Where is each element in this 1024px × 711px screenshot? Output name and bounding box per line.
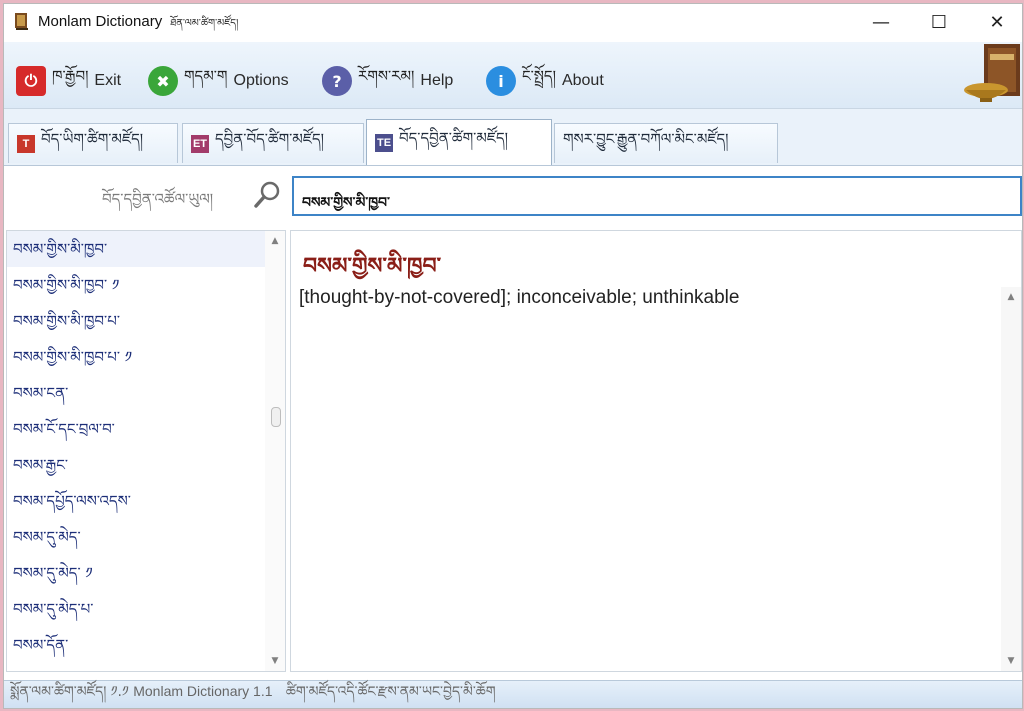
- power-icon: ⏻: [16, 66, 46, 96]
- help-label-tib: རོགས་རམ།: [358, 67, 415, 85]
- list-item[interactable]: བསམ་རྒྱང་: [7, 447, 285, 483]
- tab-et-icon: ET: [191, 134, 209, 153]
- maximize-button[interactable]: ☐: [916, 4, 962, 40]
- scroll-up-icon[interactable]: ▲: [1001, 287, 1021, 307]
- definition-text: [thought-by-not-covered]; inconceivable;…: [299, 287, 740, 308]
- toolbar: ⏻ ཁ་རྒྱོབ། Exit ✖ གདམ་ག Options ? རོགས་ར…: [4, 42, 1022, 109]
- list-item[interactable]: བསམ་དཔྱོད་ལས་འདས་: [7, 483, 285, 519]
- tab-bar: T བོད་ཡིག་ཚིག་མཛོད། ET དབྱིན་བོད་ཚིག་མཛོ…: [4, 109, 1022, 166]
- exit-button[interactable]: ⏻ ཁ་རྒྱོབ། Exit: [16, 60, 121, 102]
- about-label-tib: ངོ་སྤྲོད།: [522, 67, 556, 85]
- minimize-button[interactable]: —: [858, 4, 904, 40]
- search-row: བོད་དབྱིན་འཚོལ་ཡུལ། བསམ་གྱིས་མི་ཁྱབ་: [4, 166, 1022, 226]
- status-app-name: Monlam Dictionary 1.1: [133, 683, 273, 699]
- app-book-icon: [15, 13, 28, 30]
- tab-t-icon: T: [17, 134, 35, 153]
- close-button[interactable]: ✕: [974, 4, 1020, 40]
- list-item[interactable]: བསམ་ངན་: [7, 375, 285, 411]
- scroll-up-icon[interactable]: ▲: [265, 231, 285, 251]
- info-icon: i: [486, 66, 516, 96]
- options-button[interactable]: ✖ གདམ་ག Options: [148, 60, 289, 102]
- definition-scrollbar[interactable]: ▲ ▼: [1001, 287, 1021, 671]
- title-bar[interactable]: Monlam Dictionary ཐོན་ལམ་ཚིག་མཛོད། — ☐ ✕: [4, 4, 1022, 40]
- window-title: Monlam Dictionary ཐོན་ལམ་ཚིག་མཛོད།: [38, 12, 238, 40]
- tab-label: བོད་དབྱིན་ཚིག་མཛོད།: [399, 128, 508, 147]
- status-bar: སྨོན་ལམ་ཚིག་མཛོད། ༡.༡ Monlam Dictionary …: [4, 680, 1022, 708]
- scroll-down-icon[interactable]: ▼: [265, 651, 285, 671]
- list-item[interactable]: བསམ་དུ་མེད་པ་: [7, 591, 285, 627]
- scroll-down-icon[interactable]: ▼: [1001, 651, 1021, 671]
- tab-tibetan-english-dictionary[interactable]: TE བོད་དབྱིན་ཚིག་མཛོད།: [366, 119, 552, 165]
- status-version-tib: སྨོན་ལམ་ཚིག་མཛོད། ༡.༡: [10, 684, 129, 700]
- scroll-thumb[interactable]: [271, 407, 281, 427]
- tab-label: བོད་ཡིག་ཚིག་མཛོད།: [41, 129, 144, 148]
- tab-tibetan-dictionary[interactable]: T བོད་ཡིག་ཚིག་མཛོད།: [8, 123, 178, 163]
- list-item[interactable]: བསམ་དུ་མེད་: [7, 519, 285, 555]
- list-item[interactable]: བསམ་དོན་: [7, 627, 285, 663]
- about-button[interactable]: i ངོ་སྤྲོད། About: [486, 60, 604, 102]
- window-title-text: Monlam Dictionary: [38, 13, 163, 30]
- search-input[interactable]: བསམ་གྱིས་མི་ཁྱབ་: [292, 176, 1022, 216]
- list-item[interactable]: བསམ་གྱིས་མི་ཁྱབ་: [7, 231, 285, 267]
- options-label: Options: [233, 72, 289, 89]
- tab-te-icon: TE: [375, 133, 393, 152]
- list-item[interactable]: བསམ་ངོ་དང་བྲལ་བ་: [7, 411, 285, 447]
- magnifier-icon[interactable]: [252, 180, 282, 210]
- status-text: སྨོན་ལམ་ཚིག་མཛོད། ༡.༡ Monlam Dictionary …: [10, 675, 496, 708]
- about-label: About: [561, 72, 604, 89]
- tab-label: དབྱིན་བོད་ཚིག་མཛོད།: [215, 129, 324, 148]
- definition-pane: བསམ་གྱིས་མི་ཁྱབ་ [thought-by-not-covered…: [290, 230, 1022, 672]
- options-label-tib: གདམ་ག: [184, 67, 228, 85]
- tools-icon: ✖: [148, 66, 178, 96]
- help-label: Help: [420, 72, 454, 89]
- exit-label-tib: ཁ་རྒྱོབ།: [52, 67, 89, 85]
- word-list-scrollbar[interactable]: ▲ ▼: [265, 231, 285, 671]
- word-list: བསམ་གྱིས་མི་ཁྱབ་ བསམ་གྱིས་མི་ཁྱབ་ ༡ བསམ་…: [6, 230, 286, 672]
- tab-new-terms-dictionary[interactable]: གསར་བྱུང་རྒྱུན་བཀོལ་མིང་མཛོད།: [554, 123, 778, 163]
- app-window: Monlam Dictionary ཐོན་ལམ་ཚིག་མཛོད། — ☐ ✕ …: [4, 4, 1022, 708]
- window-title-sub: ཐོན་ལམ་ཚིག་མཛོད།: [170, 18, 239, 29]
- list-item[interactable]: བསམ་དུ་མེད་ ༡: [7, 555, 285, 591]
- list-item[interactable]: བསམ་གྱིས་མི་ཁྱབ་པ་ ༡: [7, 339, 285, 375]
- list-item[interactable]: བསམ་གྱིས་མི་ཁྱབ་པ་: [7, 303, 285, 339]
- exit-label: Exit: [94, 72, 122, 89]
- help-button[interactable]: ? རོགས་རམ། Help: [322, 60, 453, 102]
- search-label: བོད་དབྱིན་འཚོལ་ཡུལ།: [102, 190, 214, 208]
- monlam-logo-icon: [964, 44, 1020, 102]
- tab-english-tibetan-dictionary[interactable]: ET དབྱིན་བོད་ཚིག་མཛོད།: [182, 123, 364, 163]
- tab-label: གསར་བྱུང་རྒྱུན་བཀོལ་མིང་མཛོད།: [563, 129, 729, 148]
- help-icon: ?: [322, 66, 352, 96]
- list-item[interactable]: བསམ་གྱིས་མི་ཁྱབ་ ༡: [7, 267, 285, 303]
- status-notice: ཚིག་མཛོད་འདི་ཚོང་རྫས་ནམ་ཡང་བྱེད་མི་ཆོག: [285, 684, 496, 700]
